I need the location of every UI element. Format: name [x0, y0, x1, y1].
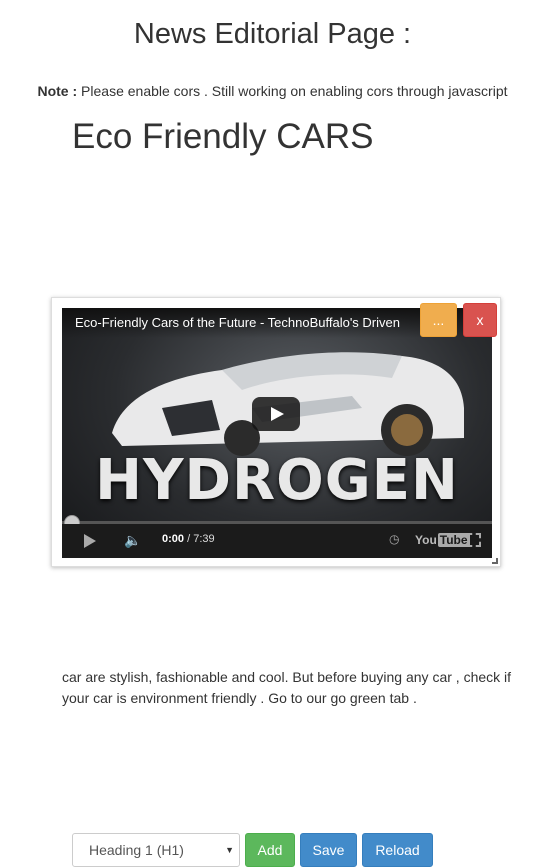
- page-title: News Editorial Page :: [133, 18, 412, 50]
- watch-later-icon[interactable]: ◷: [389, 532, 399, 546]
- note-label: Note :: [37, 83, 78, 99]
- video-title[interactable]: Eco-Friendly Cars of the Future - Techno…: [75, 315, 400, 330]
- resize-handle-icon[interactable]: [492, 558, 498, 564]
- volume-icon[interactable]: 🔈: [124, 532, 141, 549]
- video-controls: 🔈 0:00 / 7:39 ◷ You Tube: [62, 524, 492, 558]
- play-icon[interactable]: [252, 397, 300, 431]
- youtube-label: You: [415, 533, 437, 547]
- youtube-logo-icon[interactable]: You Tube: [415, 533, 470, 547]
- fullscreen-icon[interactable]: [467, 533, 481, 547]
- article-title[interactable]: Eco Friendly CARS: [72, 117, 373, 157]
- video-overlay-text: HYDROGEN: [95, 448, 459, 513]
- control-play-icon[interactable]: [84, 534, 96, 548]
- video-time: 0:00 / 7:39: [162, 533, 215, 545]
- cors-note: Note : Please enable cors . Still workin…: [0, 83, 545, 99]
- article-body[interactable]: car are stylish, fashionable and cool. B…: [62, 667, 532, 709]
- note-text: Please enable cors . Still working on en…: [77, 83, 508, 99]
- format-select-value: Heading 1 (H1): [89, 842, 184, 858]
- save-button[interactable]: Save: [300, 833, 357, 867]
- close-button[interactable]: x: [463, 303, 497, 337]
- reload-button[interactable]: Reload: [362, 833, 433, 867]
- video-embed-card: HYDROGEN Eco-Friendly Cars of the Future…: [51, 297, 501, 567]
- chevron-down-icon: ▼: [225, 845, 234, 855]
- current-time: 0:00: [162, 533, 185, 545]
- duration: / 7:39: [184, 533, 215, 545]
- format-select[interactable]: Heading 1 (H1) ▼: [72, 833, 240, 867]
- youtube-label-box: Tube: [437, 533, 470, 547]
- video-player[interactable]: HYDROGEN Eco-Friendly Cars of the Future…: [62, 308, 492, 558]
- add-button[interactable]: Add: [245, 833, 295, 867]
- more-options-button[interactable]: ...: [420, 303, 457, 337]
